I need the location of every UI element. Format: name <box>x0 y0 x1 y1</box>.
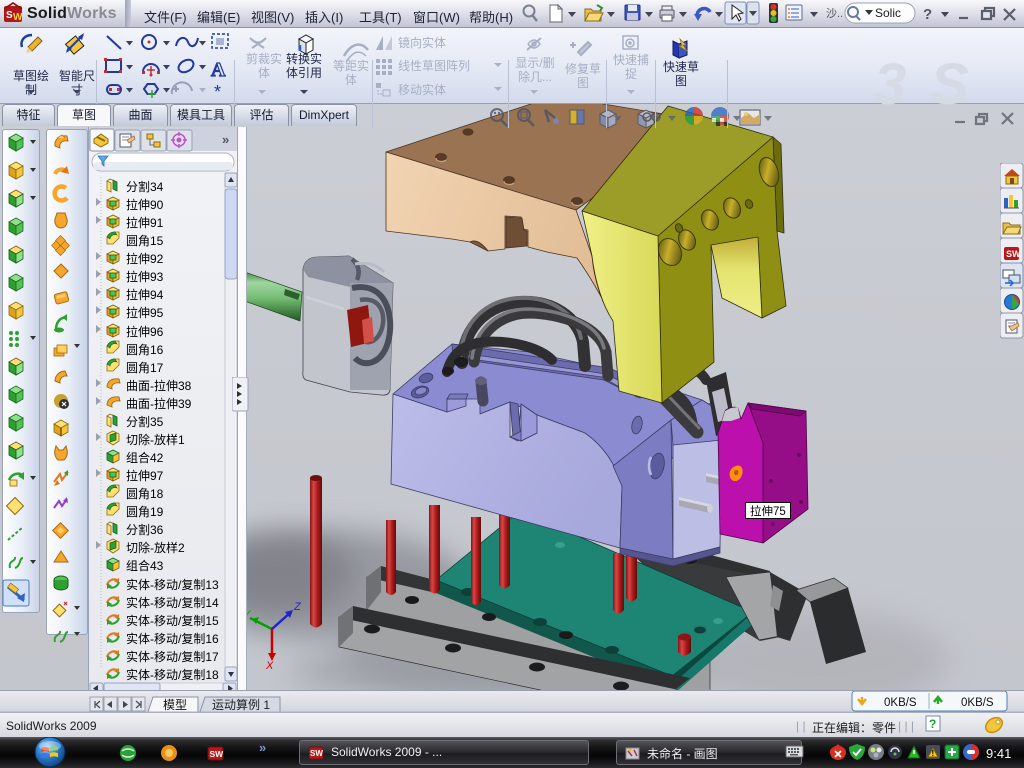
svg-text:*: * <box>214 82 221 102</box>
svg-text:SW: SW <box>310 749 323 758</box>
svg-text:?: ? <box>929 717 936 731</box>
svg-text:Solic: Solic <box>875 6 901 20</box>
svg-text:0KB/S: 0KB/S <box>884 697 917 709</box>
svg-text:»: » <box>259 740 266 755</box>
svg-text:拉伸75: 拉伸75 <box>750 504 786 518</box>
svg-text:沙..: 沙.. <box>826 7 843 20</box>
svg-text:0KB/S: 0KB/S <box>961 697 994 709</box>
svg-text:?: ? <box>923 6 932 23</box>
svg-text:SW: SW <box>1006 249 1021 259</box>
svg-text:运动算例 1: 运动算例 1 <box>212 697 270 712</box>
svg-text:!: ! <box>932 749 935 758</box>
svg-text:模型: 模型 <box>163 698 187 712</box>
svg-text:S: S <box>6 10 13 21</box>
svg-text:X: X <box>265 660 274 672</box>
svg-text:»: » <box>222 132 229 147</box>
svg-text:A: A <box>211 59 226 81</box>
svg-text:W: W <box>13 12 23 23</box>
svg-text:Z: Z <box>293 601 302 613</box>
svg-text:SW: SW <box>210 749 225 759</box>
